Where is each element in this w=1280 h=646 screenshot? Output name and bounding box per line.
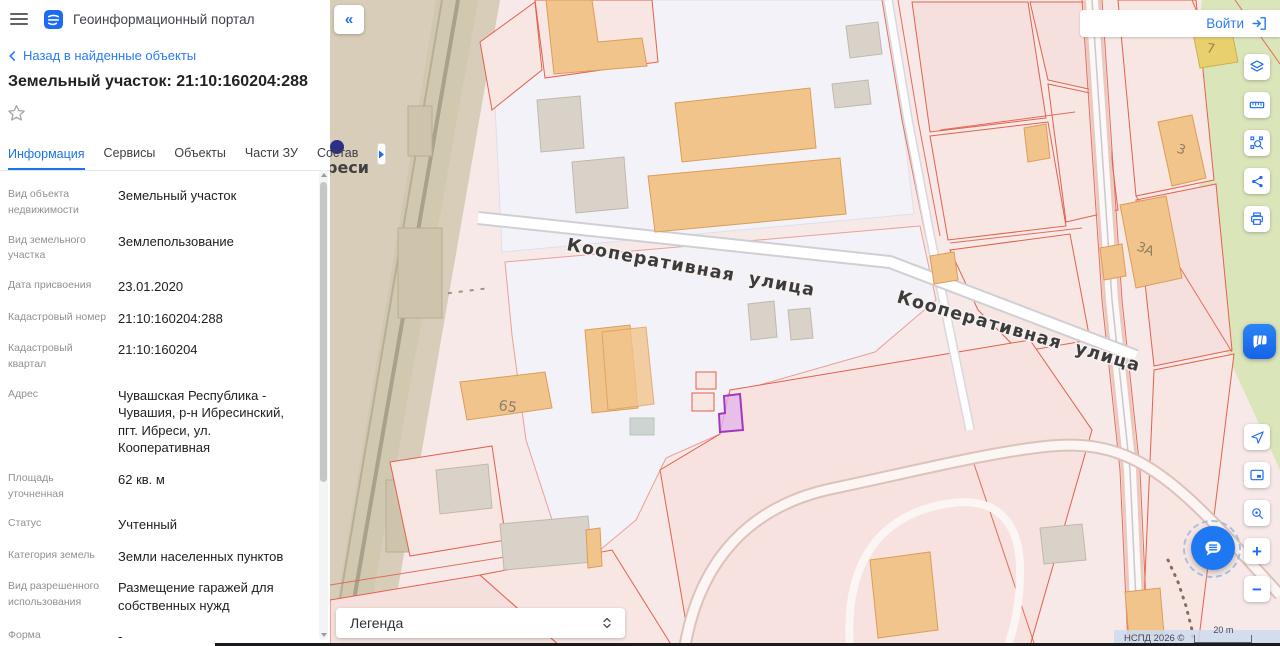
favorite-star-button[interactable] xyxy=(6,103,27,124)
page-title: Земельный участок: 21:10:160204:288 xyxy=(8,73,308,90)
attribute-row: Адрес Чувашская Республика - Чувашия, р-… xyxy=(8,387,300,457)
portal-logo-icon xyxy=(44,9,63,29)
tab-parcel-parts[interactable]: Части ЗУ xyxy=(245,146,298,170)
attribute-row: Площадь уточненная 62 кв. м xyxy=(8,471,300,503)
sidebar-scrollbar[interactable] xyxy=(319,170,328,640)
scrollbar-thumb[interactable] xyxy=(320,182,327,482)
layers-button[interactable] xyxy=(1244,54,1270,80)
attr-label: Категория земель xyxy=(8,548,95,561)
info-sidebar: Геоинформационный портал Назад в найденн… xyxy=(0,0,387,646)
attr-label: Форма собственности xyxy=(8,629,80,646)
tab-bar: Информация Сервисы Объекты Части ЗУ Сост… xyxy=(0,129,387,171)
spatial-search-button[interactable] xyxy=(1244,130,1270,156)
menu-icon[interactable] xyxy=(10,10,28,28)
share-icon xyxy=(1251,175,1263,187)
login-icon xyxy=(1252,17,1266,30)
basemap-svg: реси Кооперативная улица Кооперативная у… xyxy=(330,0,1280,646)
legend-toggle[interactable]: Легенда xyxy=(336,608,625,638)
tab-information[interactable]: Информация xyxy=(8,147,85,170)
attr-label: Дата присвоения xyxy=(8,279,92,291)
back-link[interactable]: Назад в найденные объекты xyxy=(0,38,330,63)
login-button[interactable]: Войти xyxy=(1080,10,1280,37)
scale-label: 20 m xyxy=(1213,625,1234,635)
print-icon xyxy=(1251,212,1263,225)
attr-label: Кадастровый номер xyxy=(8,310,107,323)
attribute-list: Вид объекта недвижимости Земельный участ… xyxy=(0,171,330,646)
attribute-row: Кадастровый квартал 21:10:160204 xyxy=(8,341,300,373)
attr-label: Вид разрешенного использования xyxy=(8,580,100,609)
attr-value: Размещение гаражей для собственных нужд xyxy=(118,580,274,613)
attribute-row: Дата присвоения 23.01.2020 xyxy=(8,278,300,296)
attr-value: Чувашская Республика - Чувашия, р-н Ибре… xyxy=(118,387,284,456)
attribution-text: НСПД 2026 © xyxy=(1124,632,1185,644)
map-canvas[interactable]: реси Кооперативная улица Кооперативная у… xyxy=(330,0,1280,646)
ruler-icon xyxy=(1249,101,1265,109)
nspd-app-button[interactable] xyxy=(1243,324,1276,359)
attribute-row: Вид объекта недвижимости Земельный участ… xyxy=(8,187,300,219)
attr-value: 21:10:160204:288 xyxy=(118,310,223,326)
chat-icon xyxy=(1205,541,1221,556)
attribute-row: Статус Учтенный xyxy=(8,516,300,534)
map-bubble-icon xyxy=(1252,334,1267,348)
tab-objects[interactable]: Объекты xyxy=(174,146,226,170)
zoom-out-glyph: − xyxy=(1252,579,1262,599)
collapse-panel-button[interactable]: « xyxy=(334,5,364,34)
attr-value: 21:10:160204 xyxy=(118,342,198,358)
back-link-label: Назад в найденные объекты xyxy=(23,48,197,63)
measure-button[interactable] xyxy=(1244,92,1270,118)
tab-services[interactable]: Сервисы xyxy=(104,146,156,170)
share-button[interactable] xyxy=(1244,168,1270,194)
chevron-right-icon xyxy=(379,150,385,158)
building-label-65: 65 xyxy=(497,398,518,416)
zoom-out-button[interactable]: − xyxy=(1244,576,1270,602)
attribute-row: Категория земель Земли населенных пункто… xyxy=(8,548,300,566)
attr-value: Земли населенных пунктов xyxy=(118,548,284,564)
attribute-row: Кадастровый номер 21:10:160204:288 xyxy=(8,310,300,328)
attr-value: Земельный участок xyxy=(118,188,237,203)
attr-label: Кадастровый квартал xyxy=(8,342,73,370)
chat-button[interactable] xyxy=(1191,526,1235,570)
scale-bar: 20 m xyxy=(1194,625,1253,643)
print-button[interactable] xyxy=(1244,206,1270,232)
login-label: Войти xyxy=(1206,16,1244,31)
attr-label: Площадь уточненная xyxy=(8,471,64,500)
attr-label: Статус xyxy=(8,517,42,530)
expand-collapse-icon xyxy=(603,617,611,629)
attr-value: 23.01.2020 xyxy=(118,279,184,294)
attr-label: Адрес xyxy=(8,387,39,400)
app-title: Геоинформационный портал xyxy=(73,11,255,27)
object-zoom-button[interactable] xyxy=(1244,500,1270,526)
zoom-in-button[interactable]: + xyxy=(1244,538,1270,564)
geolocate-icon xyxy=(1250,430,1264,444)
spatial-search-icon xyxy=(1250,136,1264,150)
minimap-button[interactable] xyxy=(1244,462,1270,488)
tabs-scroll-right-button[interactable] xyxy=(377,143,387,165)
legend-label: Легенда xyxy=(350,615,404,631)
sidebar-header: Геоинформационный портал xyxy=(0,0,330,38)
geoportal-page: реси Кооперативная улица Кооперативная у… xyxy=(0,0,1280,646)
tab-composition[interactable]: Состав xyxy=(317,146,358,170)
attr-label: Вид земельного участка xyxy=(8,233,86,262)
attr-value: Землепользование xyxy=(118,233,234,249)
attr-label: Вид объекта недвижимости xyxy=(8,188,79,216)
collapse-glyph: « xyxy=(344,11,354,28)
zoom-in-glyph: + xyxy=(1252,541,1262,561)
search-object-icon xyxy=(1251,507,1263,519)
attribute-row: Вид земельного участка Землепользование xyxy=(8,233,300,265)
geolocate-button[interactable] xyxy=(1244,424,1270,450)
layers-icon xyxy=(1250,60,1264,72)
attr-value: 62 кв. м xyxy=(118,471,165,487)
attribute-row: Вид разрешенного использования Размещени… xyxy=(8,579,300,614)
back-chevron-icon xyxy=(9,50,16,61)
minimap-icon xyxy=(1250,469,1264,481)
attr-value: Учтенный xyxy=(118,517,178,533)
